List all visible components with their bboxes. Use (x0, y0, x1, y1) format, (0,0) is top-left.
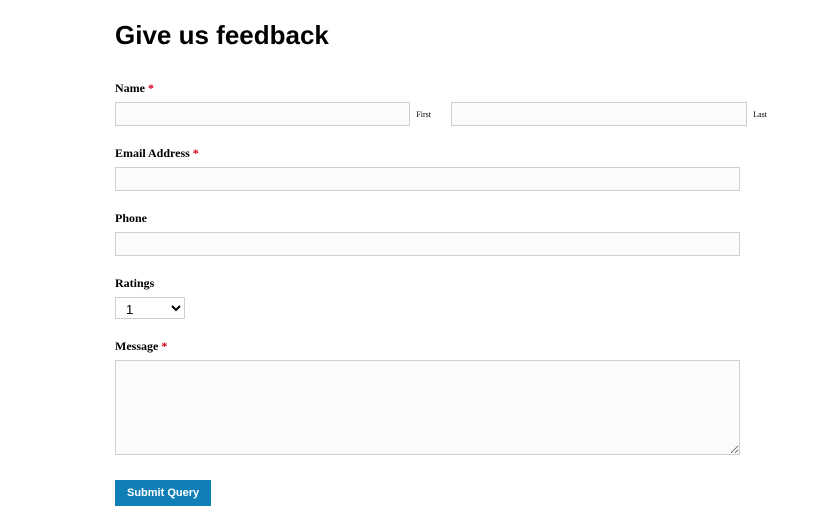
phone-input[interactable] (115, 232, 740, 256)
page-title: Give us feedback (115, 20, 767, 51)
last-name-sublabel: Last (753, 110, 767, 119)
name-label-text: Name (115, 81, 145, 95)
email-label: Email Address * (115, 146, 767, 161)
ratings-select[interactable]: 1 (115, 297, 185, 319)
ratings-label: Ratings (115, 276, 767, 291)
submit-button[interactable]: Submit Query (115, 480, 211, 506)
email-label-text: Email Address (115, 146, 190, 160)
email-required-mark: * (193, 146, 199, 160)
field-phone: Phone (115, 211, 767, 256)
name-required-mark: * (148, 81, 154, 95)
first-name-input[interactable] (115, 102, 410, 126)
message-label: Message * (115, 339, 767, 354)
field-ratings: Ratings 1 (115, 276, 767, 319)
email-input[interactable] (115, 167, 740, 191)
first-name-sublabel: First (416, 110, 431, 119)
message-label-text: Message (115, 339, 158, 353)
last-name-input[interactable] (451, 102, 747, 126)
message-textarea[interactable] (115, 360, 740, 455)
field-name: Name * First Last (115, 81, 767, 126)
name-label: Name * (115, 81, 767, 96)
field-message: Message * (115, 339, 767, 460)
message-required-mark: * (161, 339, 167, 353)
phone-label: Phone (115, 211, 767, 226)
field-email: Email Address * (115, 146, 767, 191)
